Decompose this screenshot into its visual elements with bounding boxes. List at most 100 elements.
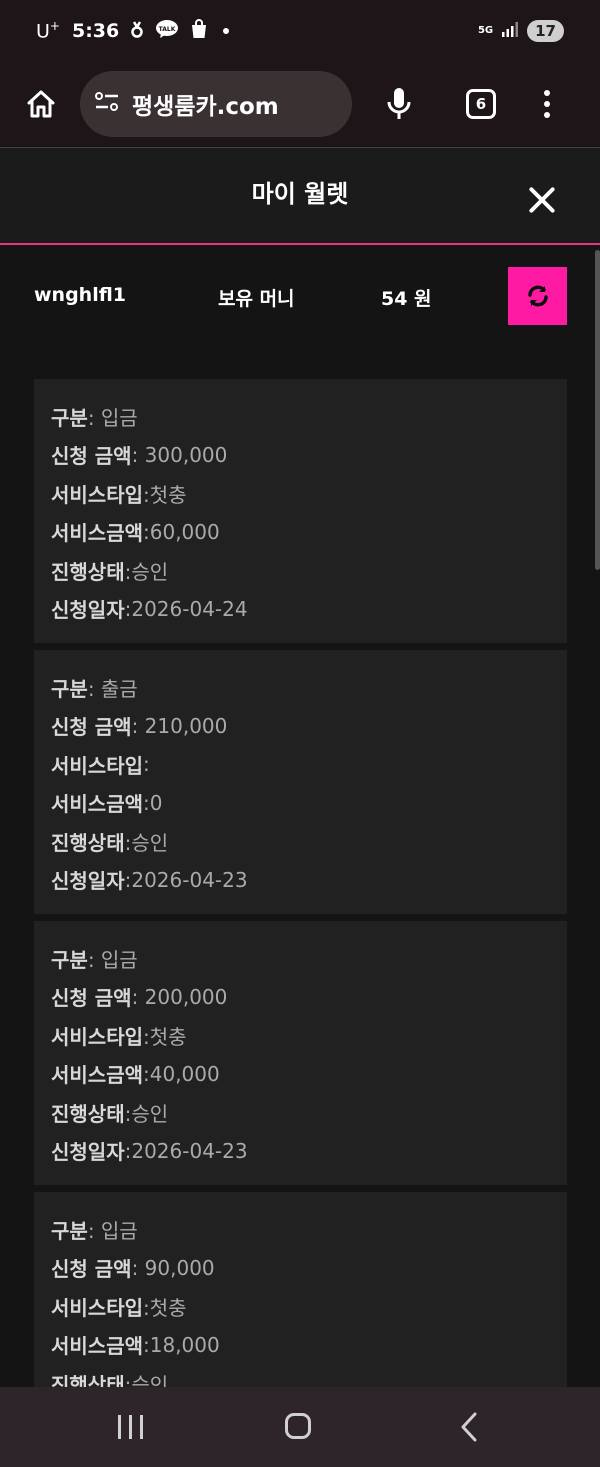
field-label: 서비스타입 [51, 482, 143, 507]
wallet-modal-header: 마이 월렛 [0, 147, 600, 245]
home-button[interactable] [24, 87, 58, 121]
network-5g-icon: 5G [477, 25, 494, 36]
money-label: 보유 머니 [218, 288, 295, 310]
row-date: 신청일자:2026-04-23 [51, 1132, 550, 1171]
field-value: :승인 [124, 1372, 169, 1387]
carrier-label: U+ [36, 19, 60, 42]
home-icon [27, 90, 55, 118]
field-label: 서비스타입 [51, 753, 143, 778]
refresh-button[interactable] [508, 267, 567, 325]
recents-icon[interactable] [118, 1415, 143, 1439]
field-value: : 입금 [87, 1218, 138, 1243]
field-label: 신청 금액 [51, 1257, 132, 1282]
clock: 5:36 [71, 20, 120, 42]
status-bar: U+ 5:36 TALK 5G 17 [0, 0, 600, 62]
row-amount: 신청 금액: 90,000 [51, 1249, 550, 1288]
row-service-amount: 서비스금액:18,000 [51, 1326, 550, 1365]
row-amount: 신청 금액: 200,000 [51, 978, 550, 1017]
field-value: :2026-04-23 [124, 867, 248, 892]
row-amount: 신청 금액: 210,000 [51, 707, 550, 746]
row-service-type: 서비스타입: [51, 745, 550, 784]
row-status: 진행상태:승인 [51, 1364, 550, 1387]
wallet-summary: wnghlfl1 보유 머니 54 원 [0, 246, 600, 346]
back-icon[interactable] [458, 1411, 480, 1443]
battery-indicator: 17 [527, 20, 564, 42]
row-service-amount: 서비스금액:60,000 [51, 513, 550, 552]
row-date: 신청일자:2026-04-23 [51, 861, 550, 900]
field-value: :40,000 [143, 1061, 220, 1086]
field-value: :승인 [124, 559, 169, 584]
field-label: 구분 [51, 405, 88, 430]
svg-text:TALK: TALK [159, 26, 176, 33]
signal-icon [501, 20, 519, 42]
field-label: 신청 금액 [51, 986, 132, 1011]
field-label: 서비스타입 [51, 1024, 143, 1049]
more-vert-icon[interactable] [544, 90, 550, 118]
status-left: U+ 5:36 TALK [36, 19, 230, 43]
row-service-amount: 서비스금액:0 [51, 784, 550, 823]
field-label: 구분 [51, 947, 88, 972]
transaction-card: 구분: 출금 신청 금액: 210,000 서비스타입: 서비스금액:0 진행상… [34, 650, 567, 914]
field-label: 구분 [51, 676, 88, 701]
voice-search-button[interactable] [384, 86, 414, 122]
url-text: 평생룸카.com [132, 94, 279, 120]
nav-home-icon[interactable] [285, 1413, 311, 1439]
field-label: 서비스금액 [51, 1334, 143, 1359]
field-label: 진행상태 [51, 830, 125, 855]
row-status: 진행상태:승인 [51, 822, 550, 861]
row-status: 진행상태:승인 [51, 1093, 550, 1132]
more-notifications-dot [223, 28, 230, 34]
field-label: 신청 금액 [51, 444, 132, 469]
field-value: : 210,000 [131, 713, 228, 738]
notification-app-icon [129, 19, 145, 43]
kakaotalk-icon: TALK [155, 19, 179, 43]
row-service-type: 서비스타입:첫충 [51, 1287, 550, 1326]
mic-icon [387, 88, 411, 119]
system-nav-bar [0, 1387, 600, 1467]
field-label: 구분 [51, 1218, 88, 1243]
field-label: 서비스금액 [51, 1063, 143, 1088]
row-service-type: 서비스타입:첫충 [51, 474, 550, 513]
field-value: : 90,000 [131, 1255, 215, 1280]
scrollbar[interactable] [595, 250, 600, 570]
row-type: 구분: 출금 [51, 668, 550, 707]
field-value: :60,000 [143, 519, 220, 544]
field-value: :첫충 [143, 1295, 187, 1320]
field-value: :첫충 [143, 1024, 187, 1049]
tab-count: 6 [475, 95, 487, 113]
field-value: : 입금 [87, 947, 138, 972]
row-date: 신청일자:2026-04-24 [51, 590, 550, 629]
field-label: 신청 금액 [51, 715, 132, 740]
field-label: 진행상태 [51, 1101, 125, 1126]
row-amount: 신청 금액: 300,000 [51, 436, 550, 475]
field-value: : 300,000 [131, 442, 228, 467]
username: wnghlfl1 [34, 284, 127, 306]
tab-switcher-button[interactable]: 6 [466, 89, 496, 119]
row-service-amount: 서비스금액:40,000 [51, 1055, 550, 1094]
field-label: 신청일자 [51, 1140, 125, 1165]
field-label: 서비스금액 [51, 521, 143, 546]
field-label: 신청일자 [51, 598, 125, 623]
transaction-card: 구분: 입금 신청 금액: 300,000 서비스타입:첫충 서비스금액:60,… [34, 379, 567, 643]
close-icon[interactable] [528, 186, 556, 214]
status-right: 5G 17 [478, 20, 564, 42]
field-value: : 200,000 [131, 984, 228, 1009]
field-value: : 입금 [87, 405, 138, 430]
field-value: :첫충 [143, 482, 187, 507]
transaction-list[interactable]: 구분: 입금 신청 금액: 300,000 서비스타입:첫충 서비스금액:60,… [34, 379, 567, 1387]
browser-toolbar: 평생룸카.com 6 [0, 62, 600, 146]
shopping-bag-icon [189, 19, 209, 43]
row-service-type: 서비스타입:첫충 [51, 1016, 550, 1055]
field-value: : 출금 [87, 676, 138, 701]
field-value: : [143, 752, 150, 777]
field-value: :0 [143, 790, 163, 815]
address-bar[interactable]: 평생룸카.com [80, 71, 352, 137]
row-status: 진행상태:승인 [51, 551, 550, 590]
field-value: :18,000 [143, 1332, 220, 1357]
row-type: 구분: 입금 [51, 1210, 550, 1249]
field-value: :승인 [124, 1101, 169, 1126]
tune-icon[interactable] [94, 91, 120, 117]
field-label: 서비스금액 [51, 792, 143, 817]
carrier-name: U [36, 20, 50, 43]
modal-title: 마이 월렛 [251, 180, 349, 208]
